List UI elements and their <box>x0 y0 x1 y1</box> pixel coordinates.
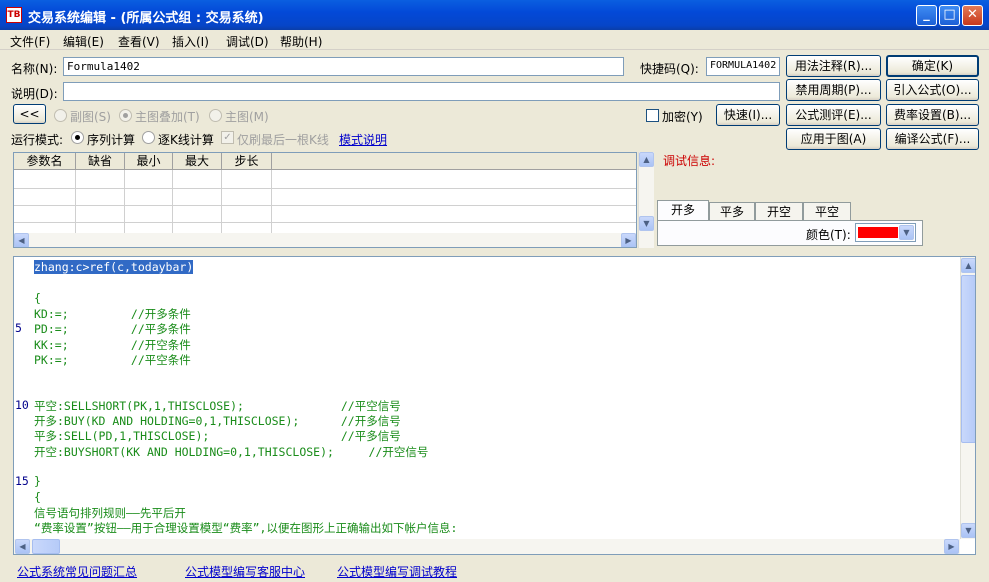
radio-main-overlay[interactable] <box>119 109 132 122</box>
code-line: zhang:c>ref(c,todaybar) <box>34 260 194 274</box>
mode-description-link[interactable]: 模式说明 <box>339 131 387 148</box>
code-line: PK:=; //平空条件 <box>34 352 191 367</box>
code-line: 平空:SELLSHORT(PK,1,THISCLOSE); //平空信号 <box>34 398 401 413</box>
grid-row-line <box>14 222 636 223</box>
encrypt-checkbox[interactable] <box>646 109 659 122</box>
support-center-link[interactable]: 公式模型编写客服中心 <box>185 563 305 580</box>
editor-scroll-left-button[interactable]: ◀ <box>15 539 30 554</box>
code-line: 开多:BUY(KD AND HOLDING=0,1,THISCLOSE); //… <box>34 414 401 428</box>
encrypt-label: 加密(Y) <box>662 110 703 124</box>
line-number: 15 <box>15 474 29 489</box>
col-header-min[interactable]: 最小 <box>125 153 173 170</box>
editor-hscroll-thumb[interactable] <box>32 539 60 554</box>
menu-debug[interactable]: 调试(D) <box>226 33 269 50</box>
editor-vscrollbar[interactable]: ▲ ▼ <box>960 257 975 539</box>
quick-button[interactable]: 快速(I)... <box>716 104 780 126</box>
menu-insert[interactable]: 插入(I) <box>172 33 209 50</box>
editor-scroll-down-button[interactable]: ▼ <box>961 523 975 538</box>
col-header-name[interactable]: 参数名 <box>14 153 76 170</box>
name-input[interactable]: Formula1402 <box>63 57 624 76</box>
scroll-down-button[interactable]: ▼ <box>639 216 654 231</box>
col-header-step[interactable]: 步长 <box>222 153 272 170</box>
code-line: 开空:BUYSHORT(KK AND HOLDING=0,1,THISCLOSE… <box>34 444 429 459</box>
grid-hscrollbar[interactable]: ◀ ▶ <box>14 233 636 247</box>
code-line: { <box>34 489 41 504</box>
color-select[interactable]: ▼ <box>855 223 916 242</box>
compile-formula-button[interactable]: 编译公式(F)... <box>886 128 979 150</box>
faq-link[interactable]: 公式系统常见问题汇总 <box>17 563 137 580</box>
code-line: } <box>34 474 41 489</box>
col-header-blank <box>272 153 636 170</box>
radio-per-bar-label: 逐K线计算 <box>158 133 214 147</box>
tab-close-long[interactable]: 平多 <box>709 202 755 222</box>
scroll-right-button[interactable]: ▶ <box>621 233 636 247</box>
code-line: PD:=; //平多条件 <box>34 322 191 337</box>
color-label: 颜色(T): <box>806 228 851 242</box>
grid-row-line <box>14 205 636 206</box>
code-line: 信号语句排列规则——先平后开 <box>34 505 186 520</box>
fee-settings-button[interactable]: 费率设置(B)... <box>886 104 979 126</box>
line-number: 10 <box>15 397 29 412</box>
grid-vscrollbar[interactable]: ▲ ▼ <box>638 152 654 248</box>
import-formula-button[interactable]: 引入公式(O)... <box>886 79 979 101</box>
code-line: KD:=; //开多条件 <box>34 306 191 321</box>
tab-close-short[interactable]: 平空 <box>803 202 851 222</box>
menu-help[interactable]: 帮助(H) <box>280 33 322 50</box>
maximize-button[interactable]: □ <box>939 5 960 26</box>
shortcut-label: 快捷码(Q): <box>640 62 699 76</box>
description-label: 说明(D): <box>11 87 58 101</box>
menu-bar: 文件(F) 编辑(E) 查看(V) 插入(I) 调试(D) 帮助(H) <box>0 30 989 50</box>
editor-hscrollbar[interactable]: ◀ ▶ <box>14 539 960 554</box>
radio-sequential-label: 序列计算 <box>87 133 136 147</box>
ban-period-button[interactable]: 禁用周期(P)... <box>786 79 881 101</box>
chevron-down-icon[interactable]: ▼ <box>899 225 914 240</box>
app-icon: TB <box>6 7 22 23</box>
run-mode-label: 运行模式: <box>11 133 64 147</box>
col-header-default[interactable]: 缺省 <box>76 153 125 170</box>
refresh-last-label: 仅刷最后一根K线 <box>237 133 329 147</box>
code-editor[interactable]: ▲ ▼ ◀ ▶ zhang:c>ref(c,todaybar){KD:=; //… <box>13 256 976 555</box>
code-line: { <box>34 290 41 305</box>
name-label: 名称(N): <box>11 62 58 76</box>
editor-scroll-up-button[interactable]: ▲ <box>961 258 975 273</box>
debug-info-label: 调试信息: <box>663 154 716 168</box>
tab-open-short[interactable]: 开空 <box>755 202 803 222</box>
radio-main-chart-label: 主图(M) <box>225 110 269 124</box>
scroll-up-button[interactable]: ▲ <box>639 152 654 167</box>
code-line: “费率设置”按钮——用于合理设置模型“费率”,以便在图形上正确输出如下帐户信息: <box>34 521 458 536</box>
editor-scroll-thumb[interactable] <box>961 275 975 443</box>
scroll-left-button[interactable]: ◀ <box>14 233 29 247</box>
menu-view[interactable]: 查看(V) <box>118 33 160 50</box>
description-input[interactable] <box>63 82 780 101</box>
usage-notes-button[interactable]: 用法注释(R)... <box>786 55 881 77</box>
debug-tutorial-link[interactable]: 公式模型编写调试教程 <box>337 563 457 580</box>
formula-test-button[interactable]: 公式测评(E)... <box>786 104 881 126</box>
window-title: 交易系统编辑 - (所属公式组 : 交易系统) <box>28 11 264 26</box>
menu-file[interactable]: 文件(F) <box>10 33 50 50</box>
shortcut-input[interactable]: FORMULA1402 <box>706 57 780 76</box>
line-number: 5 <box>15 321 22 336</box>
params-grid[interactable]: 参数名 缺省 最小 最大 步长 ◀ ▶ <box>13 152 637 248</box>
menu-edit[interactable]: 编辑(E) <box>63 33 104 50</box>
ok-button[interactable]: 确定(K) <box>886 55 979 77</box>
code-line: 平多:SELL(PD,1,THISCLOSE); //平多信号 <box>34 429 401 444</box>
radio-sub-chart-label: 副图(S) <box>70 110 111 124</box>
apply-to-chart-button[interactable]: 应用于图(A) <box>786 128 881 150</box>
radio-per-bar[interactable] <box>142 131 155 144</box>
grid-row-line <box>14 188 636 189</box>
title-bar[interactable]: TB 交易系统编辑 - (所属公式组 : 交易系统) _ □ ✕ <box>0 0 989 30</box>
refresh-last-checkbox[interactable]: ✓ <box>221 131 234 144</box>
collapse-button[interactable]: << <box>13 104 46 124</box>
radio-sequential[interactable] <box>71 131 84 144</box>
close-button[interactable]: ✕ <box>962 5 983 26</box>
color-swatch <box>858 227 898 238</box>
editor-scroll-right-button[interactable]: ▶ <box>944 539 959 554</box>
minimize-button[interactable]: _ <box>916 5 937 26</box>
radio-sub-chart[interactable] <box>54 109 67 122</box>
col-header-max[interactable]: 最大 <box>173 153 222 170</box>
tab-open-long[interactable]: 开多 <box>657 200 709 222</box>
radio-main-chart[interactable] <box>209 109 222 122</box>
code-line: KK:=; //开空条件 <box>34 337 191 352</box>
radio-main-overlay-label: 主图叠加(T) <box>135 110 200 124</box>
